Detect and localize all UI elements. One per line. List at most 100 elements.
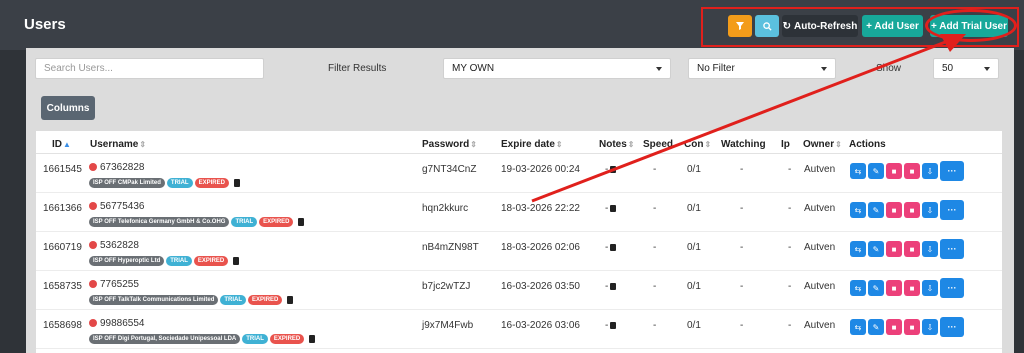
edit-button[interactable]: ✎ bbox=[868, 163, 884, 179]
owner: Autven bbox=[804, 203, 836, 214]
download-button[interactable]: ⇩ bbox=[922, 163, 938, 179]
table-row: 1658698 99886554 ISP OFF Digi Portugal, … bbox=[36, 310, 1002, 349]
notes-cell[interactable]: - bbox=[605, 242, 617, 253]
more-actions-button[interactable]: ··· bbox=[940, 161, 964, 181]
download-button[interactable]: ⇩ bbox=[922, 319, 938, 335]
edit-button[interactable]: ✎ bbox=[868, 280, 884, 296]
scope-select[interactable]: MY OWN bbox=[443, 58, 671, 79]
filter-select[interactable]: No Filter bbox=[688, 58, 836, 79]
header-label: Ip bbox=[781, 139, 790, 150]
filter-toggle-button[interactable] bbox=[728, 15, 752, 37]
more-actions-button[interactable]: ··· bbox=[940, 239, 964, 259]
expire-date: 16-03-2026 03:50 bbox=[501, 281, 580, 292]
assign-button[interactable]: ⇆ bbox=[850, 319, 866, 335]
header-label: Speed bbox=[643, 139, 674, 150]
notes-cell[interactable]: - bbox=[605, 164, 617, 175]
notes-value: - bbox=[605, 203, 609, 214]
disable-button[interactable]: ■ bbox=[904, 163, 920, 179]
page-size-select[interactable]: 50 bbox=[933, 58, 999, 79]
more-actions-button[interactable]: ··· bbox=[940, 278, 964, 298]
speed: - bbox=[653, 320, 657, 331]
delete-button[interactable]: ■ bbox=[886, 280, 902, 296]
edit-button[interactable]: ✎ bbox=[868, 319, 884, 335]
header-label: Actions bbox=[849, 139, 886, 150]
add-user-label: + Add User bbox=[866, 20, 919, 32]
column-header-expire[interactable]: Expire date⇕ bbox=[501, 139, 563, 150]
delete-button[interactable]: ■ bbox=[886, 241, 902, 257]
more-actions-button[interactable]: ··· bbox=[940, 317, 964, 337]
clipboard-icon[interactable] bbox=[298, 218, 305, 226]
delete-button[interactable]: ■ bbox=[886, 319, 902, 335]
column-header-owner[interactable]: Owner⇕ bbox=[803, 139, 842, 150]
username-cell[interactable]: 99886554 bbox=[89, 318, 145, 329]
password: nB4mZN98T bbox=[422, 242, 479, 253]
download-icon: ⇩ bbox=[926, 322, 934, 332]
disable-button[interactable]: ■ bbox=[904, 319, 920, 335]
assign-button[interactable]: ⇆ bbox=[850, 241, 866, 257]
ip: - bbox=[788, 281, 792, 292]
user-badges: ISP OFF CMPak Limited TRIAL EXPIRED bbox=[89, 178, 240, 188]
sort-icon: ⇕ bbox=[139, 140, 147, 149]
sort-icon: ⇕ bbox=[704, 140, 712, 149]
column-header-speed: Speed bbox=[643, 139, 673, 150]
column-header-notes[interactable]: Notes⇕ bbox=[599, 139, 635, 150]
notes-value: - bbox=[605, 164, 609, 175]
columns-button[interactable]: Columns bbox=[41, 96, 95, 120]
disable-button[interactable]: ■ bbox=[904, 202, 920, 218]
watching: - bbox=[740, 320, 744, 331]
search-input[interactable] bbox=[35, 58, 264, 79]
expire-date: 16-03-2026 03:06 bbox=[501, 320, 580, 331]
more-actions-button[interactable]: ··· bbox=[940, 200, 964, 220]
notes-cell[interactable]: - bbox=[605, 320, 617, 331]
disable-button[interactable]: ■ bbox=[904, 280, 920, 296]
scope-select-value: MY OWN bbox=[452, 63, 495, 74]
watching: - bbox=[740, 164, 744, 175]
trial-badge: TRIAL bbox=[242, 334, 268, 344]
disable-icon: ■ bbox=[909, 322, 915, 332]
annotation-circle bbox=[925, 9, 1017, 42]
edit-button[interactable]: ✎ bbox=[868, 241, 884, 257]
username-cell[interactable]: 5362828 bbox=[89, 240, 139, 251]
search-button[interactable] bbox=[755, 15, 779, 37]
table-row: 1661545 67362828 ISP OFF CMPak Limited TR… bbox=[36, 154, 1002, 193]
notes-cell[interactable]: - bbox=[605, 203, 617, 214]
connections: 0/1 bbox=[687, 164, 701, 175]
download-button[interactable]: ⇩ bbox=[922, 280, 938, 296]
column-header-password[interactable]: Password⇕ bbox=[422, 139, 477, 150]
chevron-down-icon bbox=[984, 67, 990, 71]
add-user-button[interactable]: + Add User bbox=[862, 15, 923, 37]
clipboard-icon[interactable] bbox=[233, 257, 240, 265]
assign-button[interactable]: ⇆ bbox=[850, 163, 866, 179]
delete-icon: ■ bbox=[891, 166, 897, 176]
show-label: Show bbox=[876, 63, 902, 74]
disable-button[interactable]: ■ bbox=[904, 241, 920, 257]
auto-refresh-button[interactable]: ↻ Auto-Refresh bbox=[782, 15, 858, 37]
notes-cell[interactable]: - bbox=[605, 281, 617, 292]
column-header-id[interactable]: ID▲ bbox=[52, 139, 71, 150]
delete-button[interactable]: ■ bbox=[886, 202, 902, 218]
owner: Autven bbox=[804, 281, 836, 292]
column-header-conn[interactable]: Con⇕ bbox=[684, 139, 711, 150]
download-button[interactable]: ⇩ bbox=[922, 202, 938, 218]
column-header-actions: Actions bbox=[849, 139, 886, 150]
notes-value: - bbox=[605, 281, 609, 292]
username-cell[interactable]: 67362828 bbox=[89, 162, 145, 173]
download-button[interactable]: ⇩ bbox=[922, 241, 938, 257]
clipboard-icon[interactable] bbox=[287, 296, 294, 304]
column-header-username[interactable]: Username⇕ bbox=[90, 139, 146, 150]
assign-button[interactable]: ⇆ bbox=[850, 280, 866, 296]
header-label: ID bbox=[52, 139, 62, 150]
assign-button[interactable]: ⇆ bbox=[850, 202, 866, 218]
ip: - bbox=[788, 242, 792, 253]
expired-badge: EXPIRED bbox=[193, 256, 229, 266]
clipboard-icon[interactable] bbox=[309, 335, 316, 343]
expired-badge: EXPIRED bbox=[259, 217, 294, 227]
username-cell[interactable]: 56775436 bbox=[89, 201, 145, 212]
clipboard-icon[interactable] bbox=[233, 179, 240, 187]
delete-button[interactable]: ■ bbox=[886, 163, 902, 179]
username-cell[interactable]: 7765255 bbox=[89, 279, 139, 290]
edit-button[interactable]: ✎ bbox=[868, 202, 884, 218]
page-title: Users bbox=[24, 16, 66, 33]
sort-icon: ⇕ bbox=[835, 140, 842, 149]
ellipsis-icon: ··· bbox=[947, 244, 957, 254]
